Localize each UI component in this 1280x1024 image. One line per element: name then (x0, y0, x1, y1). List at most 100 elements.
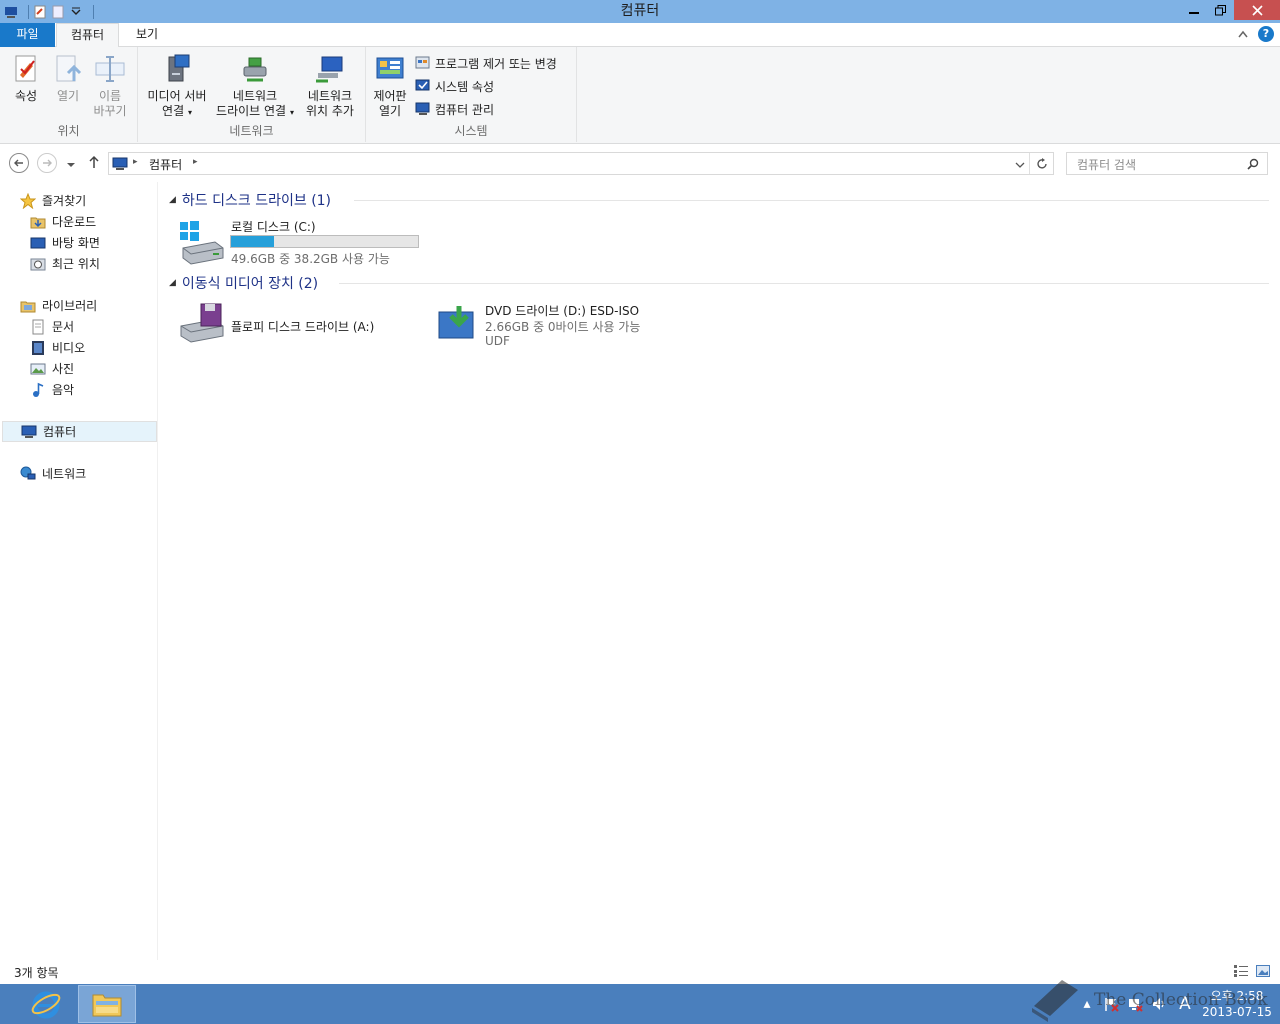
minimize-button[interactable] (1180, 0, 1207, 20)
add-location-label-line1: 네트워크 (307, 89, 353, 103)
search-placeholder: 컴퓨터 검색 (1077, 158, 1137, 172)
search-input[interactable]: 컴퓨터 검색 (1066, 152, 1268, 175)
address-bar[interactable]: ▸ 컴퓨터 ▸ (108, 152, 1054, 175)
window-controls (1180, 0, 1280, 22)
open-button[interactable]: 열기 (48, 53, 88, 104)
drive-a[interactable]: 플로피 디스크 드라이브 (A:) (177, 302, 417, 352)
properties-button[interactable]: 속성 (6, 53, 46, 104)
rename-icon (94, 53, 126, 85)
media-server-label-line2: 연결 ▾ (144, 104, 210, 120)
help-icon[interactable]: ? (1258, 26, 1274, 42)
nav-label: 바탕 화면 (52, 236, 100, 250)
drive-d-name: DVD 드라이브 (D:) ESD-ISO (485, 304, 640, 318)
breadcrumb-computer[interactable]: 컴퓨터 (149, 156, 182, 173)
uninstall-program-button[interactable]: 프로그램 제거 또는 변경 (415, 53, 557, 73)
close-icon (1251, 4, 1263, 16)
map-network-drive-button[interactable]: 네트워크 드라이브 연결 ▾ (212, 53, 298, 120)
ribbon-group-location: 속성 열기 이름 바꾸기 위치 (0, 47, 138, 142)
control-panel-button[interactable]: 제어판 열기 (370, 53, 410, 119)
group-header-hard-disk[interactable]: ◢ 하드 디스크 드라이브 (1) (169, 190, 331, 210)
properties-label: 속성 (14, 89, 38, 103)
drive-d-filesystem: UDF (485, 334, 510, 348)
back-arrow-icon (14, 159, 23, 167)
large-icons-view-icon[interactable] (1256, 965, 1270, 977)
group-divider (339, 283, 1269, 284)
ribbon: 속성 열기 이름 바꾸기 위치 미디어 서버 연결 ▾ 네트워크 드라이브 연결… (0, 47, 1280, 144)
drive-c-free-space: 49.6GB 중 38.2GB 사용 가능 (231, 252, 390, 266)
recent-locations-button[interactable] (66, 158, 76, 172)
nav-item-videos[interactable]: 비디오 (30, 337, 85, 358)
window-title: 컴퓨터 (620, 3, 660, 19)
internet-explorer-icon (31, 991, 61, 1019)
add-location-label-line2: 위치 추가 (306, 104, 354, 118)
nav-label: 라이브러리 (42, 299, 98, 313)
nav-label: 사진 (52, 362, 75, 376)
nav-item-favorites[interactable]: 즐겨찾기 (20, 190, 86, 211)
chevron-down-icon (67, 163, 75, 167)
rename-button[interactable]: 이름 바꾸기 (88, 53, 132, 119)
internet-explorer-button[interactable] (17, 985, 75, 1023)
group-header-removable[interactable]: ◢ 이동식 미디어 장치 (2) (169, 273, 318, 293)
nav-label: 문서 (52, 320, 75, 334)
book-logo-icon (1032, 980, 1078, 1022)
tab-file[interactable]: 파일 (0, 23, 55, 47)
forward-button[interactable] (37, 153, 57, 173)
drive-d[interactable]: DVD 드라이브 (D:) ESD-ISO 2.66GB 중 0바이트 사용 가… (437, 302, 677, 352)
add-network-location-icon (314, 53, 346, 85)
nav-item-recent[interactable]: 최근 위치 (30, 253, 100, 274)
collapse-triangle-icon: ◢ (169, 278, 176, 288)
dropdown-arrow-icon: ▾ (187, 108, 192, 117)
system-properties-button[interactable]: 시스템 속성 (415, 76, 494, 96)
drive-c-usage-fill (231, 236, 274, 247)
search-icon[interactable] (1247, 158, 1259, 170)
item-count: 3개 항목 (14, 966, 59, 980)
nav-item-desktop[interactable]: 바탕 화면 (30, 232, 100, 253)
group-header-label: 하드 디스크 드라이브 (1) (181, 193, 332, 209)
media-server-button[interactable]: 미디어 서버 연결 ▾ (144, 53, 210, 120)
windows-drive-icon (180, 221, 224, 265)
dvd-drive-icon (438, 306, 474, 339)
media-server-label-line1: 미디어 서버 (147, 89, 207, 103)
recent-places-icon (30, 258, 46, 270)
file-explorer-button[interactable] (78, 985, 136, 1023)
forward-arrow-icon (43, 159, 52, 167)
nav-item-downloads[interactable]: 다운로드 (30, 211, 96, 232)
nav-item-network[interactable]: 네트워크 (20, 463, 86, 484)
breadcrumb-arrow-icon[interactable]: ▸ (133, 157, 138, 167)
music-icon (33, 382, 44, 397)
add-network-location-button[interactable]: 네트워크 위치 추가 (300, 53, 360, 119)
refresh-button[interactable] (1029, 153, 1053, 174)
close-button[interactable] (1234, 0, 1280, 20)
drive-c[interactable]: 로컬 디스크 (C:) 49.6GB 중 38.2GB 사용 가능 (177, 218, 427, 268)
nav-item-computer[interactable]: 컴퓨터 (2, 421, 157, 442)
up-button[interactable] (87, 155, 101, 172)
back-button[interactable] (9, 153, 29, 173)
refresh-icon (1036, 157, 1047, 169)
tab-view[interactable]: 보기 (122, 23, 172, 47)
restore-button[interactable] (1207, 0, 1234, 20)
nav-item-documents[interactable]: 문서 (30, 316, 74, 337)
nav-item-libraries[interactable]: 라이브러리 (20, 295, 97, 316)
address-history-icon[interactable] (1015, 161, 1025, 169)
nav-label: 최근 위치 (52, 257, 100, 271)
nav-item-pictures[interactable]: 사진 (30, 358, 74, 379)
minimize-icon (1188, 12, 1199, 14)
details-view-icon[interactable] (1234, 965, 1248, 977)
nav-label: 컴퓨터 (43, 425, 77, 439)
status-bar: 3개 항목 (0, 960, 1280, 984)
computer-icon (21, 425, 37, 438)
nav-label: 비디오 (52, 341, 86, 355)
computer-icon (112, 157, 128, 170)
breadcrumb-arrow-icon[interactable]: ▸ (193, 157, 198, 167)
downloads-folder-icon (30, 217, 46, 228)
ribbon-group-label: 위치 (57, 124, 80, 138)
control-panel-label-line2: 열기 (378, 104, 402, 118)
title-bar: 컴퓨터 (0, 0, 1280, 23)
computer-management-button[interactable]: 컴퓨터 관리 (415, 99, 494, 119)
nav-item-music[interactable]: 음악 (30, 379, 74, 400)
tab-computer[interactable]: 컴퓨터 (56, 23, 119, 48)
collapse-ribbon-icon[interactable] (1238, 30, 1248, 38)
watermark-text: The Collection Book (1094, 990, 1268, 1010)
group-divider (354, 200, 1269, 201)
drive-d-free-space: 2.66GB 중 0바이트 사용 가능 (485, 320, 641, 334)
